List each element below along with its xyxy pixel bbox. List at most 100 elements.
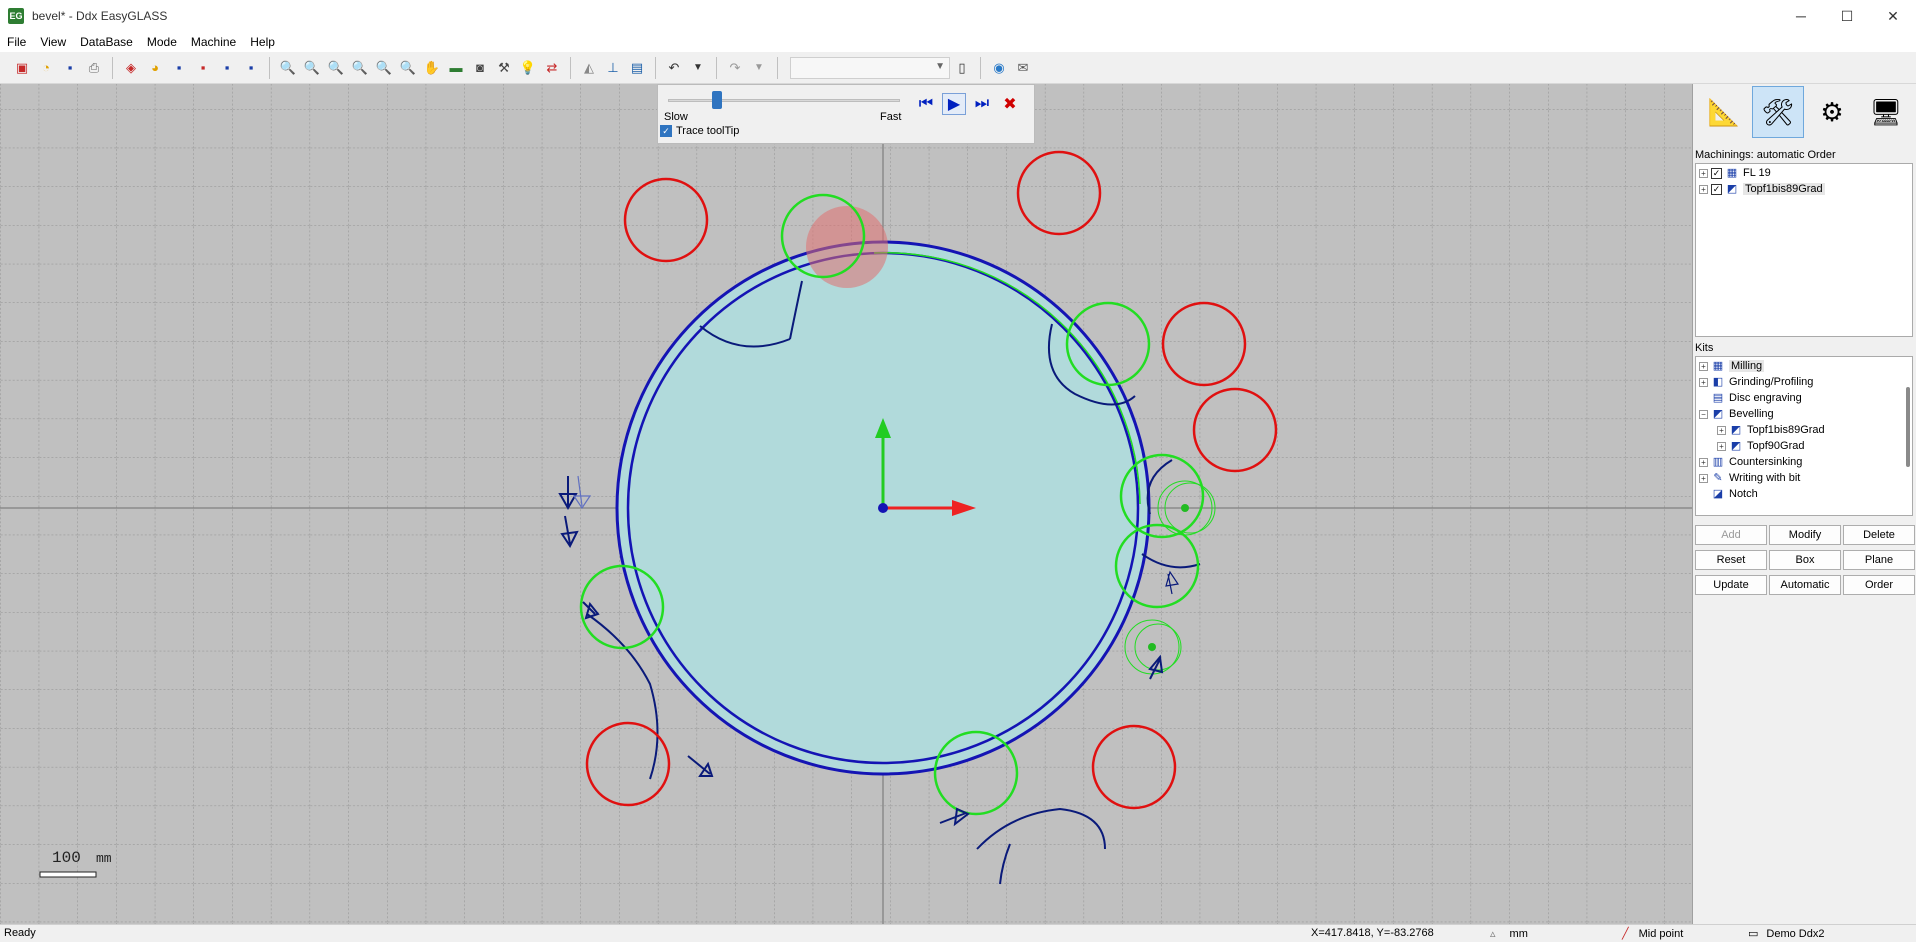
pan-hand-icon[interactable]: ✋ bbox=[422, 57, 442, 79]
speed-slider-track[interactable] bbox=[668, 99, 900, 102]
design-mode-icon[interactable]: 📐 bbox=[1698, 86, 1750, 138]
new-file-icon[interactable]: ▣ bbox=[12, 57, 32, 79]
menu-machine[interactable]: Machine bbox=[184, 35, 243, 49]
minimize-icon[interactable]: ─ bbox=[1778, 0, 1824, 32]
camera-icon[interactable]: ◙ bbox=[470, 57, 490, 79]
menu-file[interactable]: File bbox=[0, 35, 33, 49]
menu-help[interactable]: Help bbox=[243, 35, 282, 49]
toolbar: ▣ ◔ ▪ ⎙ ◈ ◕ ▪ ▪ ▪ ▪ 🔍 🔍 🔍 🔍 🔍 🔍 ✋ ▬ ◙ ⚒ … bbox=[0, 52, 1916, 84]
machine-indicator[interactable]: ▭ Demo Ddx2 bbox=[1748, 927, 1824, 941]
kit-icon: ◧ bbox=[1712, 375, 1724, 388]
chevron-down-icon[interactable]: ▼ bbox=[688, 57, 708, 79]
kit-item[interactable]: + ◩ Topf90Grad bbox=[1696, 438, 1912, 454]
menu-database[interactable]: DataBase bbox=[73, 35, 140, 49]
kit-item[interactable]: ◪ Notch bbox=[1696, 486, 1912, 502]
print-icon[interactable]: ⎙ bbox=[84, 57, 104, 79]
kit-item[interactable]: + ✎ Writing with bit bbox=[1696, 470, 1912, 486]
chevron-down-icon: ▼ bbox=[935, 60, 945, 72]
box-button[interactable]: Box bbox=[1769, 550, 1841, 570]
expand-icon[interactable]: + bbox=[1699, 184, 1708, 194]
save-icon[interactable]: ▪ bbox=[60, 57, 80, 79]
status-bar: Ready X=417.8418, Y=-83.2768 ▵ mm ╱ Mid … bbox=[0, 924, 1916, 942]
import-icon[interactable]: ◈ bbox=[121, 57, 141, 79]
zoom-previous-icon[interactable]: 🔍 bbox=[374, 57, 394, 79]
export-icon[interactable]: ◕ bbox=[145, 57, 165, 79]
kit-item[interactable]: ▤ Disc engraving bbox=[1696, 390, 1912, 406]
drawing-canvas[interactable]: 100 mm bbox=[0, 84, 1692, 924]
expand-icon[interactable]: + bbox=[1717, 441, 1726, 451]
expand-icon[interactable]: + bbox=[1699, 377, 1708, 387]
undo-icon[interactable]: ↶ bbox=[664, 57, 684, 79]
expand-icon[interactable]: + bbox=[1699, 361, 1708, 371]
zoom-window-icon[interactable]: 🔍 bbox=[278, 57, 298, 79]
zoom-in-icon[interactable]: 🔍 bbox=[350, 57, 370, 79]
machining-checkbox[interactable]: ✓ bbox=[1711, 167, 1722, 179]
machining-buttons: Add Modify Delete Reset Box Plane Update… bbox=[1695, 525, 1915, 595]
simulation-mode-icon[interactable]: ⚙ bbox=[1806, 86, 1858, 138]
zoom-out-icon[interactable]: 🔍 bbox=[326, 57, 346, 79]
delete-button[interactable]: Delete bbox=[1843, 525, 1915, 545]
menu-view[interactable]: View bbox=[33, 35, 73, 49]
automatic-button[interactable]: Automatic bbox=[1769, 575, 1841, 595]
chevron-down-icon[interactable]: ▼ bbox=[749, 57, 769, 79]
skip-end-icon[interactable]: ⏭ bbox=[970, 93, 994, 115]
machining-item[interactable]: + ✓ ▦ FL 19 bbox=[1696, 165, 1912, 181]
machining-item[interactable]: + ✓ ◩ Topf1bis89Grad bbox=[1696, 181, 1912, 197]
update-button[interactable]: Update bbox=[1695, 575, 1767, 595]
mail-icon[interactable]: ✉ bbox=[1013, 57, 1033, 79]
zoom-extents-icon[interactable]: 🔍 bbox=[398, 57, 418, 79]
trace-tooltip-option[interactable]: ✓ Trace toolTip bbox=[658, 125, 739, 137]
trace-tooltip-checkbox[interactable]: ✓ bbox=[660, 125, 672, 137]
redo-icon[interactable]: ↷ bbox=[725, 57, 745, 79]
measure-icon[interactable]: ▬ bbox=[446, 57, 466, 79]
stop-simulation-icon[interactable]: ✖ bbox=[998, 93, 1022, 115]
expand-icon[interactable]: + bbox=[1699, 168, 1708, 178]
skip-start-icon[interactable]: ⏮ bbox=[914, 93, 938, 115]
save-all-icon[interactable]: ▪ bbox=[241, 57, 261, 79]
machine-send-icon[interactable]: ⊥ bbox=[603, 57, 623, 79]
close-icon[interactable]: ✕ bbox=[1870, 0, 1916, 32]
drawing-svg[interactable]: 100 mm bbox=[0, 84, 1692, 924]
machining-checkbox[interactable]: ✓ bbox=[1711, 183, 1722, 195]
kit-item[interactable]: + ◧ Grinding/Profiling bbox=[1696, 374, 1912, 390]
kits-tree[interactable]: + ▦ Milling + ◧ Grinding/Profiling ▤ Disc engra… bbox=[1695, 356, 1913, 516]
save-db-icon[interactable]: ▪ bbox=[193, 57, 213, 79]
swap-arrows-icon[interactable]: ⇄ bbox=[542, 57, 562, 79]
save-glass-icon[interactable]: ▪ bbox=[169, 57, 189, 79]
plane-button[interactable]: Plane bbox=[1843, 550, 1915, 570]
expand-icon[interactable]: + bbox=[1699, 457, 1708, 467]
order-button[interactable]: Order bbox=[1843, 575, 1915, 595]
add-button[interactable]: Add bbox=[1695, 525, 1767, 545]
zoom-all-icon[interactable]: 🔍 bbox=[302, 57, 322, 79]
tools-icon[interactable]: ⚒ bbox=[494, 57, 514, 79]
play-icon[interactable]: ▶ bbox=[942, 93, 966, 115]
kit-label: Notch bbox=[1729, 488, 1758, 500]
expand-icon[interactable]: − bbox=[1699, 409, 1708, 419]
machining-mode-icon[interactable]: 🛠 bbox=[1752, 86, 1804, 138]
kits-scrollbar[interactable] bbox=[1906, 387, 1910, 467]
kit-item[interactable]: − ◩ Bevelling bbox=[1696, 406, 1912, 422]
speed-slider-thumb[interactable] bbox=[711, 91, 722, 109]
expand-icon[interactable]: + bbox=[1699, 473, 1708, 483]
reset-button[interactable]: Reset bbox=[1695, 550, 1767, 570]
snap-mode[interactable]: ╱ Mid point bbox=[1622, 927, 1683, 941]
menu-mode[interactable]: Mode bbox=[140, 35, 184, 49]
layer-select[interactable]: ▼ bbox=[790, 56, 950, 79]
kit-item[interactable]: + ▥ Countersinking bbox=[1696, 454, 1912, 470]
open-file-icon[interactable]: ◔ bbox=[36, 57, 56, 79]
report-icon[interactable]: ▤ bbox=[627, 57, 647, 79]
simulate-icon[interactable]: ◭ bbox=[579, 57, 599, 79]
machine-mode-icon[interactable]: 🖥 bbox=[1860, 86, 1912, 138]
user-icon[interactable]: ◉ bbox=[989, 57, 1009, 79]
machinings-tree[interactable]: + ✓ ▦ FL 19 + ✓ ◩ Topf1bis89Grad bbox=[1695, 163, 1913, 337]
maximize-icon[interactable]: ☐ bbox=[1824, 0, 1870, 32]
kit-item[interactable]: + ◩ Topf1bis89Grad bbox=[1696, 422, 1912, 438]
lightbulb-icon[interactable]: 💡 bbox=[518, 57, 538, 79]
cursor-coordinates: X=417.8418, Y=-83.2768 bbox=[1311, 927, 1434, 939]
kit-item[interactable]: + ▦ Milling bbox=[1696, 358, 1912, 374]
modify-button[interactable]: Modify bbox=[1769, 525, 1841, 545]
save-as-icon[interactable]: ▪ bbox=[217, 57, 237, 79]
kit-label: Grinding/Profiling bbox=[1729, 376, 1814, 388]
notes-icon[interactable]: ▯ bbox=[952, 57, 972, 79]
expand-icon[interactable]: + bbox=[1717, 425, 1726, 435]
